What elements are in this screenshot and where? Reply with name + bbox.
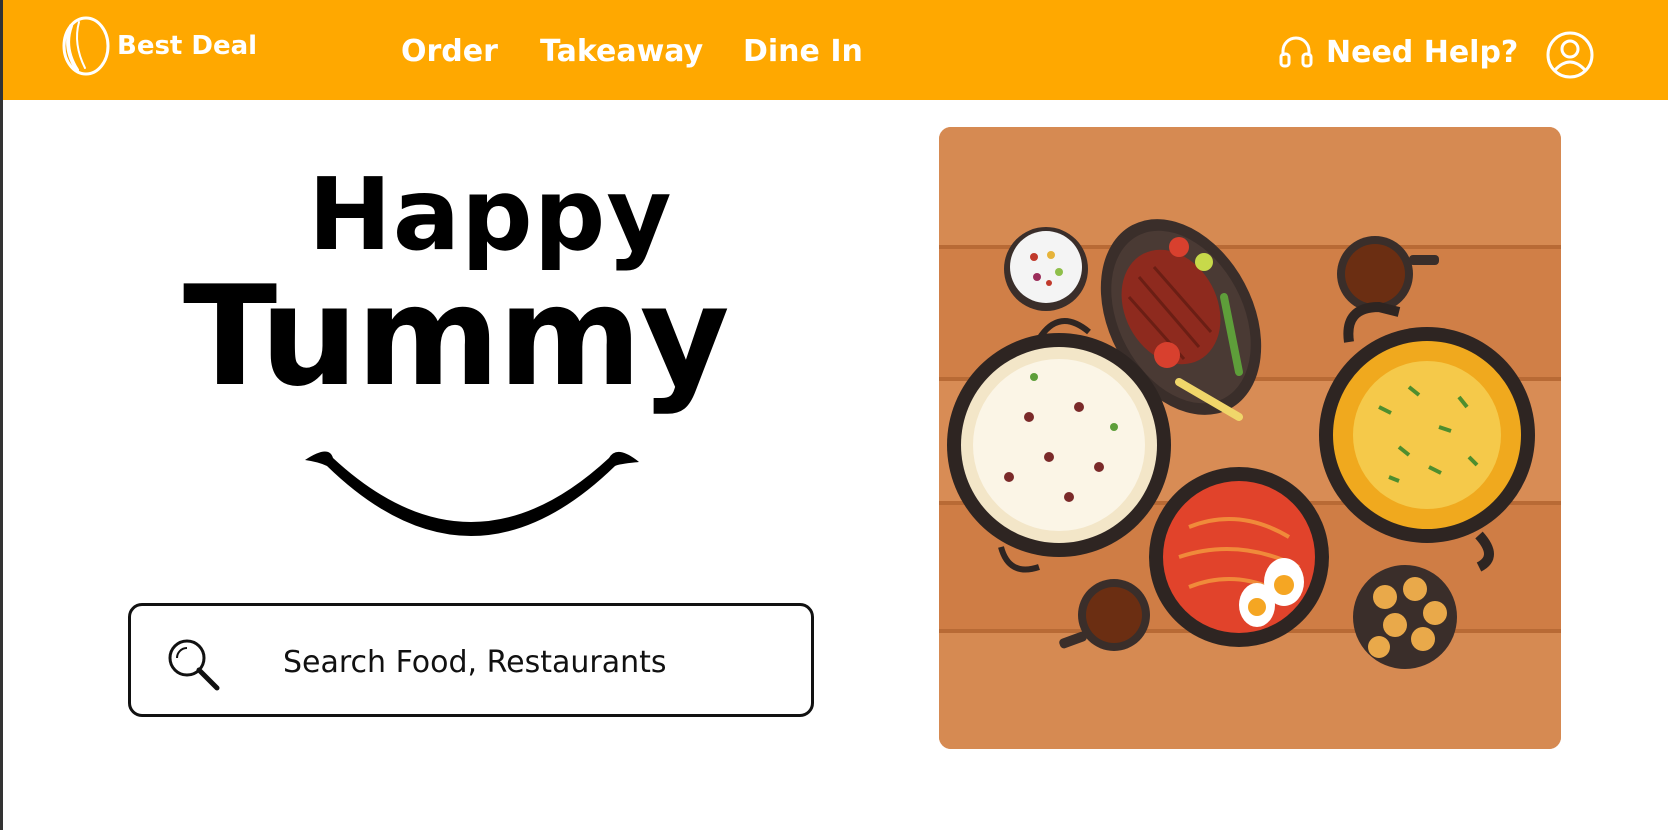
search-bar[interactable] <box>128 603 814 717</box>
headphones-icon <box>1279 36 1313 68</box>
hero-title-line2: Tummy <box>183 256 730 417</box>
search-input[interactable] <box>281 636 785 688</box>
food-table-illustration <box>939 127 1561 749</box>
brand-logo[interactable]: Best Deal <box>61 14 257 78</box>
page-frame: Best Deal Order Takeaway Dine In Need He… <box>0 0 1668 830</box>
smile-icon <box>305 451 639 536</box>
user-icon[interactable] <box>1545 30 1595 80</box>
hero-title-line1: Happy <box>308 156 673 273</box>
need-help-label: Need Help? <box>1326 34 1519 70</box>
nav-order[interactable]: Order <box>401 32 498 72</box>
search-icon <box>168 639 220 691</box>
need-help-link[interactable]: Need Help? <box>1278 32 1518 72</box>
nav-takeaway[interactable]: Takeaway <box>540 32 703 72</box>
top-navbar: Best Deal Order Takeaway Dine In Need He… <box>3 0 1668 100</box>
logo-icon <box>62 16 110 76</box>
logo-text: Best Deal <box>117 31 258 61</box>
nav-dine-in[interactable]: Dine In <box>743 32 863 72</box>
